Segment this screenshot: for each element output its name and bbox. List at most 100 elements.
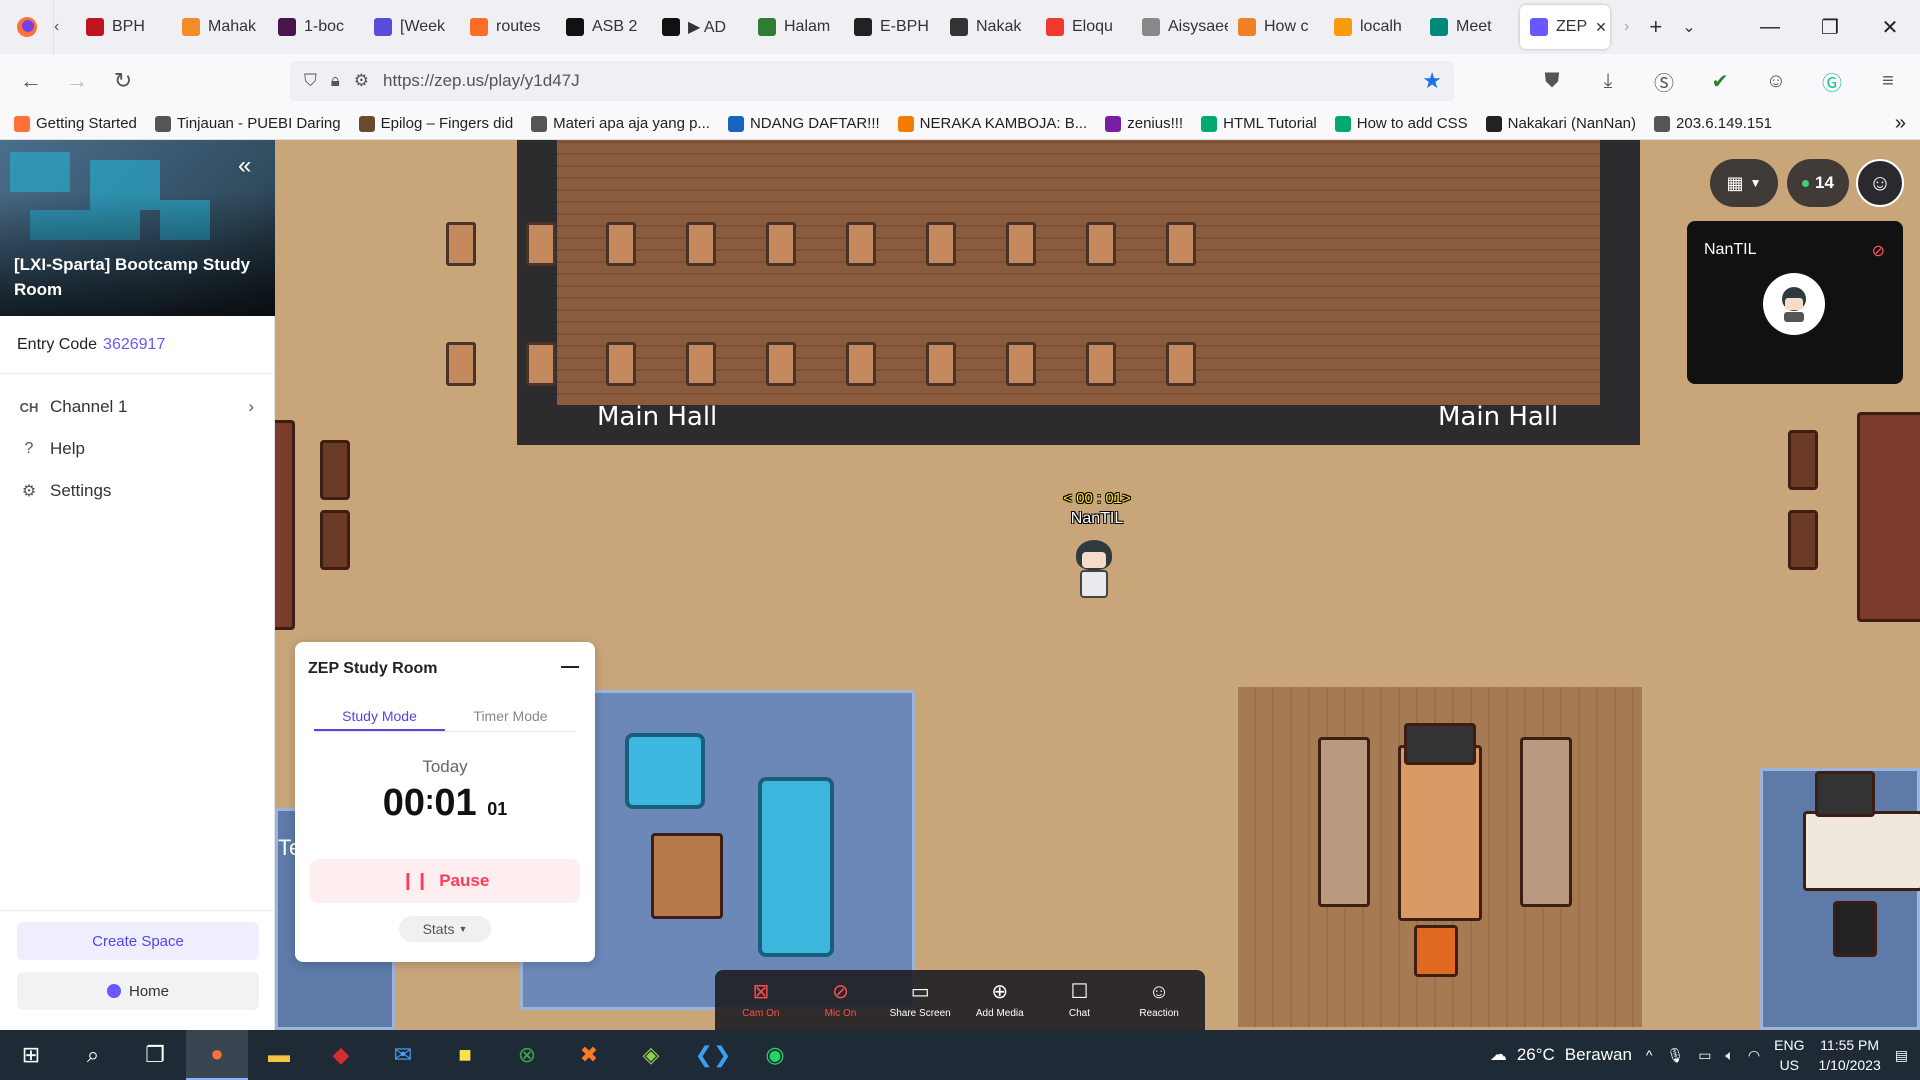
list-tabs-icon[interactable]: ⌄ — [1672, 5, 1705, 49]
wifi-icon[interactable]: ◠ — [1748, 1047, 1760, 1064]
back-icon[interactable]: ← — [8, 58, 54, 104]
start-icon[interactable]: ⊞ — [0, 1030, 62, 1080]
volume-icon[interactable]: 🔈︎ — [1726, 1047, 1734, 1064]
vscode-icon[interactable]: ❮❯ — [682, 1030, 744, 1080]
chat-button[interactable]: ☐ Chat — [1041, 982, 1117, 1019]
forward-icon[interactable]: → — [54, 58, 100, 104]
minimize-icon[interactable]: — — [1740, 0, 1800, 54]
bookmark-label: NERAKA KAMBOJA: B... — [919, 115, 1088, 132]
tab-scroll-left-icon[interactable]: ‹ — [54, 5, 76, 49]
xbox-icon[interactable]: ⊗ — [496, 1030, 558, 1080]
bookmark-star-icon[interactable]: ★ — [1422, 68, 1442, 94]
downloads-icon[interactable]: ⤓ — [1588, 61, 1628, 101]
player-avatar[interactable] — [1076, 540, 1112, 602]
browser-tab[interactable]: routes — [460, 5, 556, 49]
browser-tab[interactable]: localh — [1324, 5, 1420, 49]
help-menu-item[interactable]: ? Help — [0, 428, 274, 470]
online-users-button[interactable]: 14 — [1787, 159, 1849, 207]
browser-tab[interactable]: [Week — [364, 5, 460, 49]
profile-avatar-button[interactable]: ☺ — [1856, 159, 1904, 207]
bookmark-item[interactable]: NERAKA KAMBOJA: B... — [897, 115, 1088, 132]
browser-tab[interactable]: E-BPH — [844, 5, 940, 49]
microphone-tray-icon[interactable]: 🎙︎ — [1666, 1047, 1684, 1064]
pocket-icon[interactable]: ⛊ — [1532, 61, 1572, 101]
browser-tab[interactable]: ▶ AD — [652, 5, 748, 49]
share-screen-button[interactable]: ▭ Share Screen — [882, 982, 958, 1019]
stats-dropdown[interactable]: Stats ▼ — [399, 916, 491, 942]
browser-tab[interactable]: 1-boc — [268, 5, 364, 49]
weather-widget[interactable]: ☁ 26°C Berawan — [1490, 1045, 1632, 1065]
bookmark-item[interactable]: NDANG DAFTAR!!! — [727, 115, 880, 132]
restore-icon[interactable]: ❐ — [1800, 0, 1860, 54]
app-red-icon[interactable]: ◆ — [310, 1030, 372, 1080]
bookmark-item[interactable]: Tinjauan - PUEBI Daring — [154, 115, 341, 132]
left-table — [275, 420, 295, 630]
bookmark-item[interactable]: Getting Started — [14, 115, 137, 132]
battery-icon[interactable]: ▭ — [1698, 1047, 1711, 1064]
browser-tab[interactable]: ZEP ✕ — [1520, 5, 1610, 49]
lock-icon[interactable]: 🔒︎ — [331, 71, 340, 91]
tab-timer-mode[interactable]: Timer Mode — [445, 704, 576, 731]
notification-icon[interactable]: ▤ — [1895, 1047, 1908, 1064]
extension-shield-icon[interactable]: ✔ — [1700, 61, 1740, 101]
url-text[interactable]: https://zep.us/play/y1d47J — [383, 71, 580, 91]
pause-button[interactable]: ❙❙ Pause — [310, 859, 580, 903]
tray-overflow-icon[interactable]: ^ — [1646, 1047, 1653, 1063]
minimize-panel-icon[interactable] — [561, 666, 579, 668]
more-bookmarks-icon[interactable]: » — [1895, 112, 1906, 135]
entry-code-value[interactable]: 3626917 — [103, 336, 165, 354]
collapse-sidebar-icon[interactable]: « — [238, 152, 251, 180]
create-space-button[interactable]: Create Space — [17, 922, 259, 960]
language-indicator[interactable]: ENG US — [1774, 1035, 1804, 1075]
channel-menu-item[interactable]: CH Channel 1 › — [0, 386, 274, 428]
browser-tab[interactable]: ASB 2 — [556, 5, 652, 49]
mail-icon[interactable]: ✉ — [372, 1030, 434, 1080]
file-explorer-icon[interactable]: ▬ — [248, 1030, 310, 1080]
grammarly-icon[interactable]: Ⓖ — [1812, 61, 1852, 101]
app-menu-icon[interactable]: ≡ — [1868, 61, 1908, 101]
url-bar[interactable]: ⛉ 🔒︎ ⚙︎ https://zep.us/play/y1d47J ★ — [290, 61, 1454, 101]
browser-tab[interactable]: Nakak — [940, 5, 1036, 49]
browser-tab[interactable]: How c — [1228, 5, 1324, 49]
reload-icon[interactable]: ↻ — [100, 58, 146, 104]
whatsapp-icon[interactable]: ◉ — [744, 1030, 806, 1080]
browser-tab[interactable]: Eloqu — [1036, 5, 1132, 49]
camera-toggle-button[interactable]: ⊠ Cam On — [723, 982, 799, 1019]
bookmark-item[interactable]: 203.6.149.151 — [1654, 115, 1772, 132]
tab-study-mode[interactable]: Study Mode — [314, 704, 445, 731]
browser-tab[interactable]: Halam — [748, 5, 844, 49]
mic-toggle-button[interactable]: ⊘ Mic On — [802, 982, 878, 1019]
home-button[interactable]: Home — [17, 972, 259, 1010]
task-view-icon[interactable]: ❐ — [124, 1030, 186, 1080]
search-icon[interactable]: ⌕ — [62, 1030, 124, 1080]
clock-date[interactable]: 11:55 PM 1/10/2023 — [1818, 1035, 1880, 1075]
video-preview-card[interactable]: NanTIL ⊘ — [1687, 221, 1903, 384]
browser-tab[interactable]: Aisysaeex — [1132, 5, 1228, 49]
sticky-notes-icon[interactable]: ■ — [434, 1030, 496, 1080]
browser-tab[interactable]: BPH — [76, 5, 172, 49]
permissions-icon[interactable]: ⚙︎ — [354, 71, 369, 91]
account-icon[interactable]: Ⓢ — [1644, 61, 1684, 101]
bookmark-item[interactable]: HTML Tutorial — [1201, 115, 1317, 132]
git-tool-icon[interactable]: ◈ — [620, 1030, 682, 1080]
new-tab-icon[interactable]: + — [1639, 5, 1672, 49]
close-tab-icon[interactable]: ✕ — [1595, 19, 1607, 36]
extension-avatar-icon[interactable]: ☺ — [1756, 61, 1796, 101]
shield-icon[interactable]: ⛉ — [304, 71, 317, 91]
firefox-taskbar-icon[interactable]: ● — [186, 1030, 248, 1080]
firefox-menu-icon[interactable] — [0, 0, 54, 54]
bookmark-item[interactable]: Epilog – Fingers did — [358, 115, 513, 132]
add-media-button[interactable]: ⊕ Add Media — [962, 982, 1038, 1019]
bookmark-item[interactable]: Materi apa aja yang p... — [531, 115, 710, 132]
bookmark-item[interactable]: How to add CSS — [1334, 115, 1468, 132]
bookmark-item[interactable]: Nakakari (NanNan) — [1485, 115, 1636, 132]
close-window-icon[interactable]: ✕ — [1860, 0, 1920, 54]
bookmark-item[interactable]: zenius!!! — [1105, 115, 1183, 132]
browser-tab[interactable]: Mahak — [172, 5, 268, 49]
browser-tab[interactable]: Meet — [1420, 5, 1516, 49]
reaction-button[interactable]: ☺ Reaction — [1121, 982, 1197, 1019]
tab-scroll-right-icon[interactable]: › — [1614, 5, 1639, 49]
settings-menu-item[interactable]: ⚙ Settings — [0, 470, 274, 512]
layout-switch-button[interactable]: ▦ ▼ — [1710, 159, 1778, 207]
xampp-icon[interactable]: ✖ — [558, 1030, 620, 1080]
